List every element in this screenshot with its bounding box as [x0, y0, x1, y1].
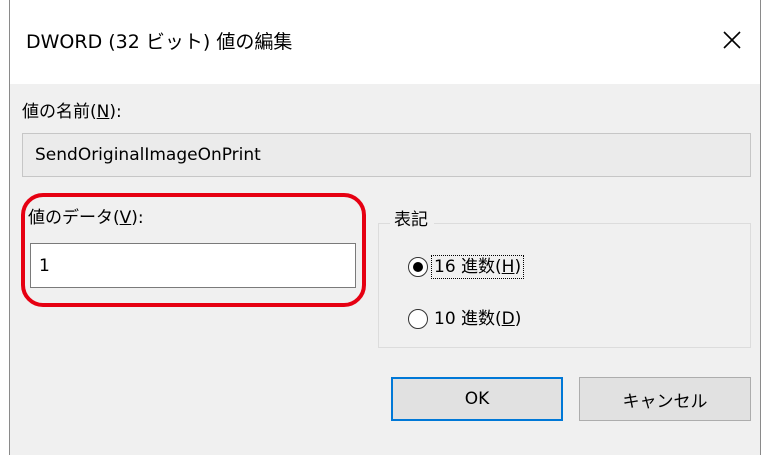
- dialog-title: DWORD (32 ビット) 値の編集: [26, 31, 293, 53]
- radio-hexadecimal[interactable]: 16 進数(H): [408, 253, 525, 281]
- radio-decimal-label: 10 進数(D): [434, 309, 522, 329]
- radio-decimal[interactable]: 10 進数(D): [408, 305, 523, 333]
- title-bar[interactable]: DWORD (32 ビット) 値の編集: [10, 0, 760, 84]
- value-data-label: 値のデータ(V):: [28, 208, 144, 228]
- close-button[interactable]: [714, 22, 750, 58]
- cancel-button[interactable]: キャンセル: [579, 377, 751, 421]
- ok-button[interactable]: OK: [391, 377, 563, 421]
- radio-selected-icon: [408, 257, 428, 277]
- edit-dword-dialog: DWORD (32 ビット) 値の編集 値の名前(N): SendOrigina…: [9, 0, 761, 455]
- value-name-field[interactable]: SendOriginalImageOnPrint: [22, 133, 751, 177]
- value-data-input[interactable]: [30, 243, 356, 288]
- base-group-legend: 表記: [390, 209, 434, 231]
- value-name-label: 値の名前(N):: [22, 102, 122, 122]
- radio-hexadecimal-label: 16 進数(H): [430, 255, 525, 279]
- close-icon: [723, 31, 741, 49]
- radio-unselected-icon: [408, 309, 428, 329]
